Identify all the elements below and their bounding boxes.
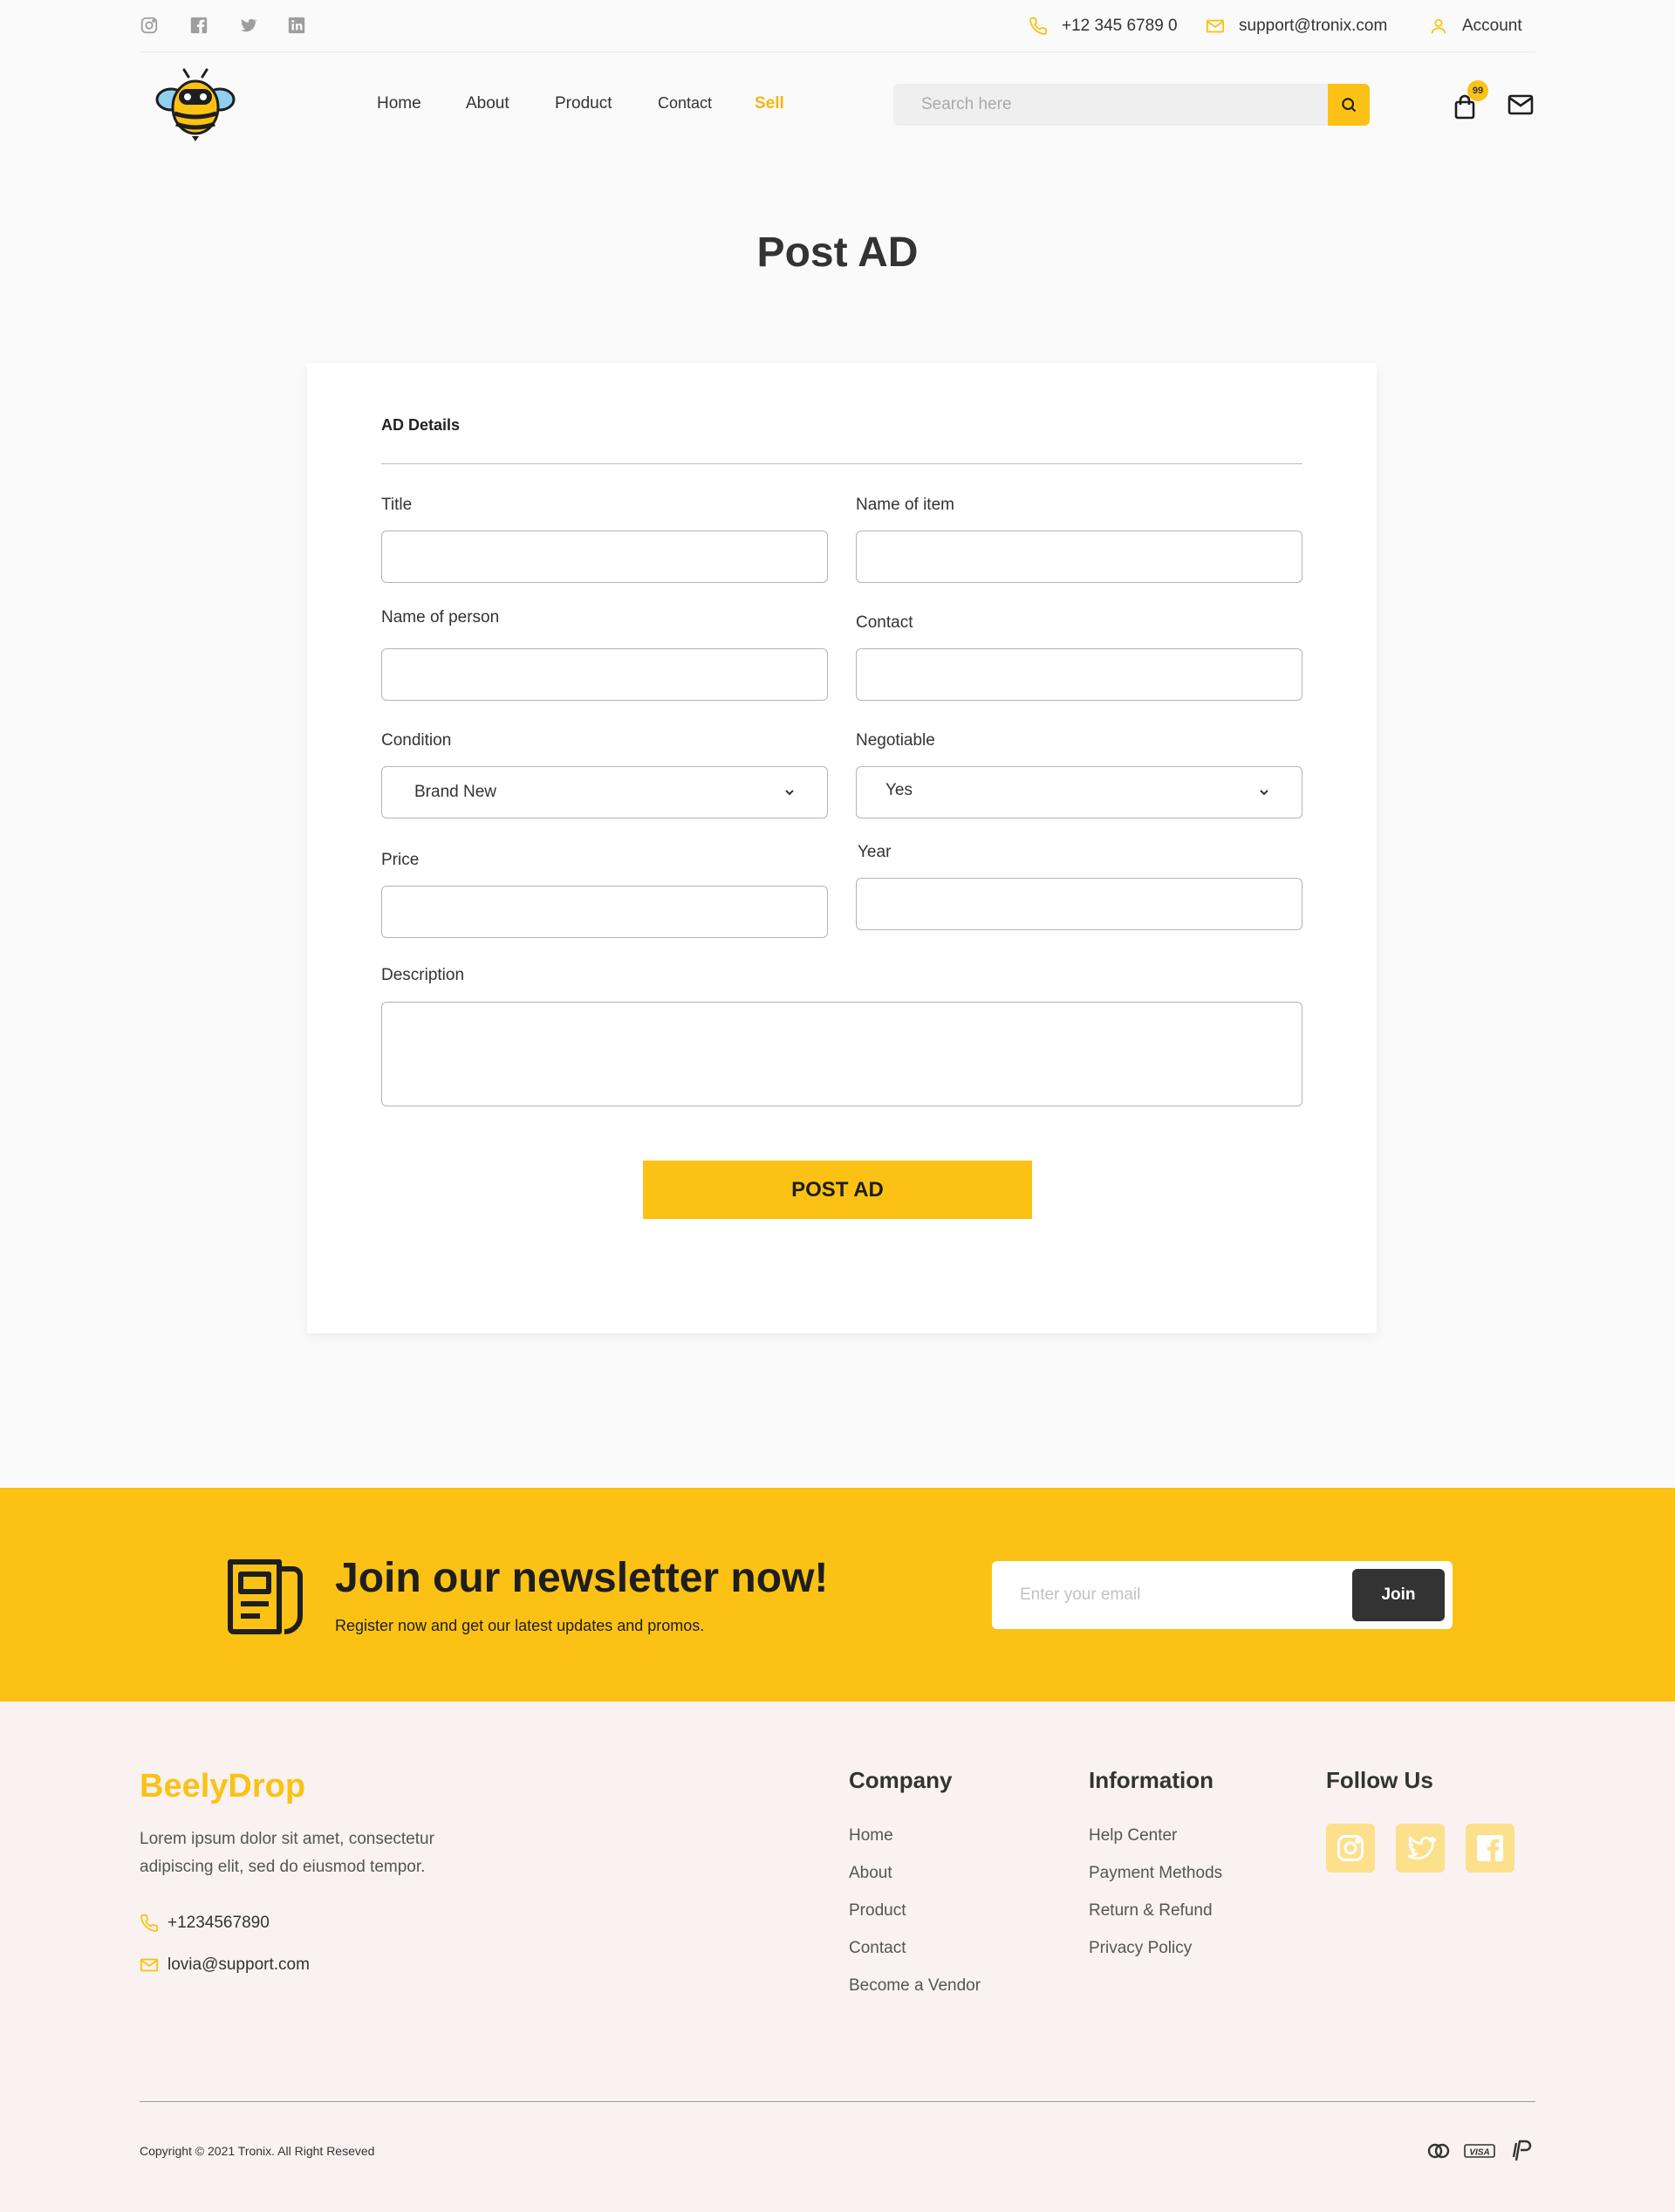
footer-link-help-center[interactable]: Help Center [1089,1826,1177,1846]
facebook-icon [1477,1835,1503,1861]
topbar-email[interactable]: support@tronix.com [1206,16,1387,37]
footer-link-about[interactable]: About [849,1864,892,1883]
visa-icon: VISA [1464,2144,1495,2158]
company-heading: Company [849,1767,953,1793]
title-input[interactable] [381,531,828,583]
bee-logo[interactable] [155,68,236,141]
description-label: Description [381,966,465,984]
footer-link-home[interactable]: Home [849,1826,893,1846]
footer-email-text: lovia@support.com [168,1955,310,1974]
follow-heading: Follow Us [1326,1767,1433,1793]
follow-facebook[interactable] [1466,1824,1514,1873]
footer-phone-text: +1234567890 [168,1914,270,1932]
person-name-input[interactable] [381,648,828,701]
follow-twitter[interactable] [1396,1824,1445,1873]
chevron-down-icon [785,790,794,796]
footer-email[interactable]: lovia@support.com [140,1955,310,1975]
negotiable-select[interactable]: Yes [856,766,1302,818]
linkedin-icon[interactable] [287,16,306,35]
footer-link-return-refund[interactable]: Return & Refund [1089,1901,1213,1921]
person-name-label: Name of person [381,608,500,627]
footer-brand[interactable]: BeelyDrop [140,1768,305,1805]
newspaper-icon [228,1559,303,1634]
footer-phone[interactable]: +1234567890 [140,1914,270,1933]
footer-link-privacy-policy[interactable]: Privacy Policy [1089,1939,1192,1958]
mail-icon [140,1958,159,1972]
price-label: Price [381,851,420,869]
newsletter-title: Join our newsletter now! [335,1555,829,1601]
condition-value: Brand New [414,783,496,801]
mail-icon [1206,19,1225,33]
page-title: Post AD [756,229,919,276]
condition-select[interactable]: Brand New [381,766,828,818]
section-title: AD Details [381,416,461,434]
account-link[interactable]: Account [1429,16,1522,37]
twitter-icon[interactable] [238,16,257,35]
phone-icon [1029,17,1048,35]
instagram-icon[interactable] [140,16,159,35]
search-button[interactable] [1328,84,1370,126]
newsletter-email-input[interactable] [992,1561,1352,1629]
account-label: Account [1462,17,1522,35]
join-button[interactable]: Join [1352,1569,1445,1621]
mastercard-icon [1427,2143,1450,2159]
footer-description: Lorem ipsum dolor sit amet, consectetur … [140,1830,434,1876]
item-name-input[interactable] [856,531,1302,583]
visa-text: VISA [1469,2148,1489,2158]
search-input[interactable] [893,84,1328,126]
title-label: Title [381,496,413,514]
footer-link-become-vendor[interactable]: Become a Vendor [849,1976,981,1996]
phone-icon [140,1914,159,1932]
footer-link-product[interactable]: Product [849,1901,906,1921]
nav-about[interactable]: About [466,94,509,113]
year-label: Year [858,843,892,861]
chevron-down-icon [1260,790,1268,796]
copyright-text: Copyright © 2021 Tronix. All Right Resev… [140,2144,375,2158]
footer-divider [140,2101,1535,2102]
negotiable-value: Yes [885,781,913,799]
item-name-label: Name of item [856,496,954,514]
contact-input[interactable] [856,648,1302,701]
instagram-icon [1337,1835,1364,1861]
topbar-phone-text: +12 345 6789 0 [1062,17,1178,35]
search-bar [893,84,1370,126]
condition-label: Condition [381,731,452,750]
follow-instagram[interactable] [1326,1824,1375,1873]
footer-link-payment-methods[interactable]: Payment Methods [1089,1864,1222,1883]
nav-contact[interactable]: Contact [658,94,712,113]
negotiable-label: Negotiable [856,731,935,750]
twitter-icon [1407,1836,1436,1860]
description-textarea[interactable] [381,1002,1302,1106]
price-input[interactable] [381,886,828,938]
newsletter-form: Join [992,1561,1453,1629]
newsletter-subtitle: Register now and get our latest updates … [335,1617,705,1634]
paypal-icon [1512,2140,1532,2161]
year-input[interactable] [856,878,1302,930]
mail-icon[interactable] [1508,92,1534,117]
nav-product[interactable]: Product [555,94,612,113]
divider [381,463,1302,464]
nav-home[interactable]: Home [377,94,421,113]
information-heading: Information [1089,1767,1214,1793]
search-icon [1342,98,1357,113]
nav-sell[interactable]: Sell [755,94,784,113]
topbar-phone[interactable]: +12 345 6789 0 [1029,16,1178,37]
facebook-icon[interactable] [189,16,209,35]
cart-button[interactable]: 99 [1453,80,1488,120]
user-icon [1431,18,1446,34]
cart-count-badge: 99 [1467,80,1488,101]
contact-label: Contact [856,613,913,632]
topbar-email-text: support@tronix.com [1239,17,1388,35]
footer-link-contact[interactable]: Contact [849,1939,906,1958]
post-ad-button[interactable]: POST AD [643,1161,1032,1219]
